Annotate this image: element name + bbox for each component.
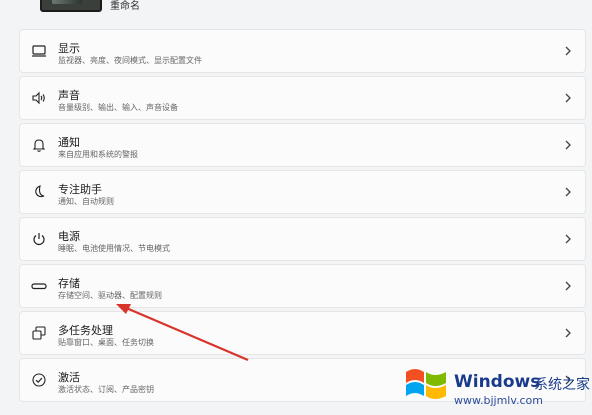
settings-item-subtitle: 音量级别、输出、输入、声音设备 xyxy=(58,103,178,112)
settings-item-subtitle: 激活状态、订阅、产品密钥 xyxy=(58,385,154,394)
settings-item-multitasking[interactable]: 多任务处理 贴靠窗口、桌面、任务切换 xyxy=(19,311,586,355)
settings-item-subtitle: 睡眠、电池使用情况、节电模式 xyxy=(58,244,170,253)
check-circle-icon xyxy=(32,373,46,387)
settings-item-power[interactable]: 电源 睡眠、电池使用情况、节电模式 xyxy=(19,217,586,261)
chevron-right-icon xyxy=(565,328,571,338)
chevron-right-icon xyxy=(565,187,571,197)
windows-logo-icon xyxy=(406,369,446,399)
settings-list: 显示 监视器、亮度、夜间模式、显示配置文件 声音 音量级别、输出、输入、声音设备… xyxy=(19,29,586,405)
settings-item-title: 专注助手 xyxy=(58,183,102,196)
settings-item-title: 多任务处理 xyxy=(58,324,113,337)
settings-item-title: 显示 xyxy=(58,42,80,55)
multitask-icon xyxy=(32,326,46,340)
settings-item-subtitle: 贴靠窗口、桌面、任务切换 xyxy=(58,338,154,347)
storage-icon xyxy=(31,283,47,290)
settings-item-subtitle: 存储空间、驱动器、配置规则 xyxy=(58,291,162,300)
bell-icon xyxy=(32,139,46,152)
settings-item-title: 存储 xyxy=(58,277,80,290)
display-thumbnail[interactable] xyxy=(40,0,102,12)
watermark: Windows 系统之家 www.bjjmlv.com xyxy=(400,360,590,412)
power-icon xyxy=(33,233,45,246)
settings-item-subtitle: 监视器、亮度、夜间模式、显示配置文件 xyxy=(58,56,202,65)
settings-item-title: 电源 xyxy=(58,230,80,243)
settings-item-title: 通知 xyxy=(58,136,80,149)
chevron-right-icon xyxy=(565,281,571,291)
moon-icon xyxy=(35,185,45,198)
settings-item-subtitle: 通知、自动规则 xyxy=(58,197,114,206)
rename-link[interactable]: 重命名 xyxy=(110,0,140,12)
monitor-icon xyxy=(32,45,46,57)
watermark-brand: Windows xyxy=(454,372,541,392)
settings-item-notifications[interactable]: 通知 来自应用和系统的警报 xyxy=(19,123,586,167)
settings-item-focus-assist[interactable]: 专注助手 通知、自动规则 xyxy=(19,170,586,214)
settings-item-sound[interactable]: 声音 音量级别、输出、输入、声音设备 xyxy=(19,76,586,120)
settings-item-title: 激活 xyxy=(58,371,80,384)
chevron-right-icon xyxy=(565,234,571,244)
watermark-brand-cn: 系统之家 xyxy=(534,377,590,393)
chevron-right-icon xyxy=(565,46,571,56)
watermark-url: www.bjjmlv.com xyxy=(454,394,543,407)
chevron-right-icon xyxy=(565,140,571,150)
speaker-icon xyxy=(32,91,45,105)
chevron-right-icon xyxy=(565,93,571,103)
settings-item-storage[interactable]: 存储 存储空间、驱动器、配置规则 xyxy=(19,264,586,308)
settings-item-display[interactable]: 显示 监视器、亮度、夜间模式、显示配置文件 xyxy=(19,29,586,73)
settings-item-title: 声音 xyxy=(58,89,80,102)
settings-item-subtitle: 来自应用和系统的警报 xyxy=(58,150,138,159)
